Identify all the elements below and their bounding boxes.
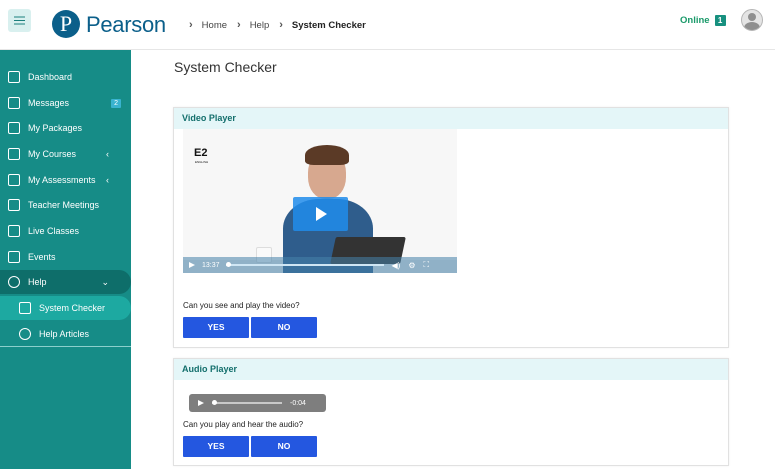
volume-icon[interactable]: ◀): [392, 261, 401, 270]
messages-count-badge: 2: [111, 98, 121, 108]
play-icon[interactable]: [198, 400, 204, 406]
fullscreen-icon[interactable]: ⛶: [424, 260, 430, 270]
list-icon: [19, 302, 31, 314]
presentation-icon: [8, 225, 20, 237]
sidebar-item-teacher-meetings[interactable]: Teacher Meetings: [0, 193, 131, 217]
breadcrumb: › Home › Help › System Checker: [189, 19, 376, 31]
page-title: System Checker: [174, 59, 277, 75]
lifebuoy-icon: [8, 276, 20, 288]
sidebar-item-packages[interactable]: My Packages: [0, 116, 131, 140]
breadcrumb-current: System Checker: [291, 19, 366, 31]
sidebar-item-help-articles[interactable]: Help Articles: [0, 322, 131, 346]
clipboard-icon: [8, 174, 20, 186]
sidebar-item-label: Teacher Meetings: [28, 200, 100, 210]
chat-icon: [8, 199, 20, 211]
audio-progress-track[interactable]: [212, 400, 282, 405]
sidebar: Dashboard Messages 2 My Packages My Cour…: [0, 50, 131, 469]
audio-player[interactable]: -0:04: [189, 394, 326, 412]
video-player-card: Video Player E2 ENGLISH 13:37 ◀) ⚙ ⛶ Can…: [173, 107, 729, 348]
bag-icon: [8, 122, 20, 134]
video-no-button[interactable]: NO: [251, 317, 317, 338]
sidebar-item-label: My Packages: [28, 123, 83, 133]
graduation-cap-icon: [8, 148, 20, 160]
sidebar-item-live-classes[interactable]: Live Classes: [0, 219, 131, 243]
lifebuoy-icon: [19, 328, 31, 340]
settings-gear-icon[interactable]: ⚙: [408, 261, 415, 270]
online-count-badge: 1: [714, 15, 726, 26]
sidebar-item-label: Live Classes: [28, 226, 80, 236]
brand-name[interactable]: Pearson: [86, 12, 166, 38]
sidebar-item-dashboard[interactable]: Dashboard: [0, 65, 131, 89]
online-label: Online: [680, 15, 710, 26]
video-yes-button[interactable]: YES: [183, 317, 249, 338]
sidebar-item-label: Events: [28, 252, 56, 262]
sidebar-item-messages[interactable]: Messages 2: [0, 91, 131, 115]
play-overlay-icon[interactable]: [293, 197, 348, 231]
chevron-down-icon: ⌄: [101, 276, 109, 287]
sidebar-item-assessments[interactable]: My Assessments ‹: [0, 168, 131, 192]
audio-no-button[interactable]: NO: [251, 436, 317, 457]
chevron-left-icon: ‹: [106, 175, 109, 185]
e2-logo: E2: [194, 147, 208, 159]
video-player[interactable]: E2 ENGLISH 13:37 ◀) ⚙ ⛶: [183, 129, 457, 273]
sidebar-item-label: Dashboard: [28, 72, 73, 82]
home-icon: [8, 71, 20, 83]
audio-time: -0:04: [290, 399, 306, 407]
video-time: 13:37: [202, 261, 220, 269]
card-heading: Video Player: [174, 108, 728, 129]
online-status[interactable]: Online 1: [680, 15, 726, 26]
breadcrumb-home[interactable]: Home: [202, 20, 227, 31]
chevron-left-icon: ‹: [106, 149, 109, 159]
hamburger-icon[interactable]: [8, 9, 31, 32]
video-controls: 13:37 ◀) ⚙ ⛶: [183, 257, 457, 273]
sidebar-item-events[interactable]: Events: [0, 245, 131, 269]
envelope-icon: [8, 97, 20, 109]
chevron-right-icon: ›: [189, 19, 193, 31]
audio-yes-button[interactable]: YES: [183, 436, 249, 457]
chevron-right-icon: ›: [279, 19, 283, 31]
sidebar-item-label: System Checker: [39, 303, 106, 313]
pearson-logo-icon[interactable]: P: [52, 10, 80, 38]
e2-logo-sub: ENGLISH: [195, 160, 209, 164]
breadcrumb-help[interactable]: Help: [250, 20, 270, 31]
play-icon[interactable]: [189, 262, 195, 268]
video-question: Can you see and play the video?: [183, 301, 300, 310]
audio-question: Can you play and hear the audio?: [183, 420, 304, 429]
sidebar-divider: [0, 346, 131, 347]
top-header: P Pearson › Home › Help › System Checker…: [0, 0, 775, 50]
sidebar-item-label: My Courses: [28, 149, 77, 159]
calendar-icon: [8, 251, 20, 263]
sidebar-item-courses[interactable]: My Courses ‹: [0, 142, 131, 166]
sidebar-item-label: Help Articles: [39, 329, 90, 339]
video-person-hair: [305, 145, 349, 165]
user-avatar-icon[interactable]: [741, 9, 763, 31]
audio-player-card: Audio Player -0:04 Can you play and hear…: [173, 358, 729, 466]
sidebar-item-label: Messages: [28, 98, 70, 108]
sidebar-item-label: My Assessments: [28, 175, 96, 185]
sidebar-item-system-checker[interactable]: System Checker: [0, 296, 131, 320]
sidebar-item-label: Help: [28, 277, 47, 287]
chevron-right-icon: ›: [237, 19, 241, 31]
video-progress-track[interactable]: [225, 262, 384, 267]
sidebar-item-help[interactable]: Help ⌄: [0, 270, 131, 294]
card-heading: Audio Player: [174, 359, 728, 380]
